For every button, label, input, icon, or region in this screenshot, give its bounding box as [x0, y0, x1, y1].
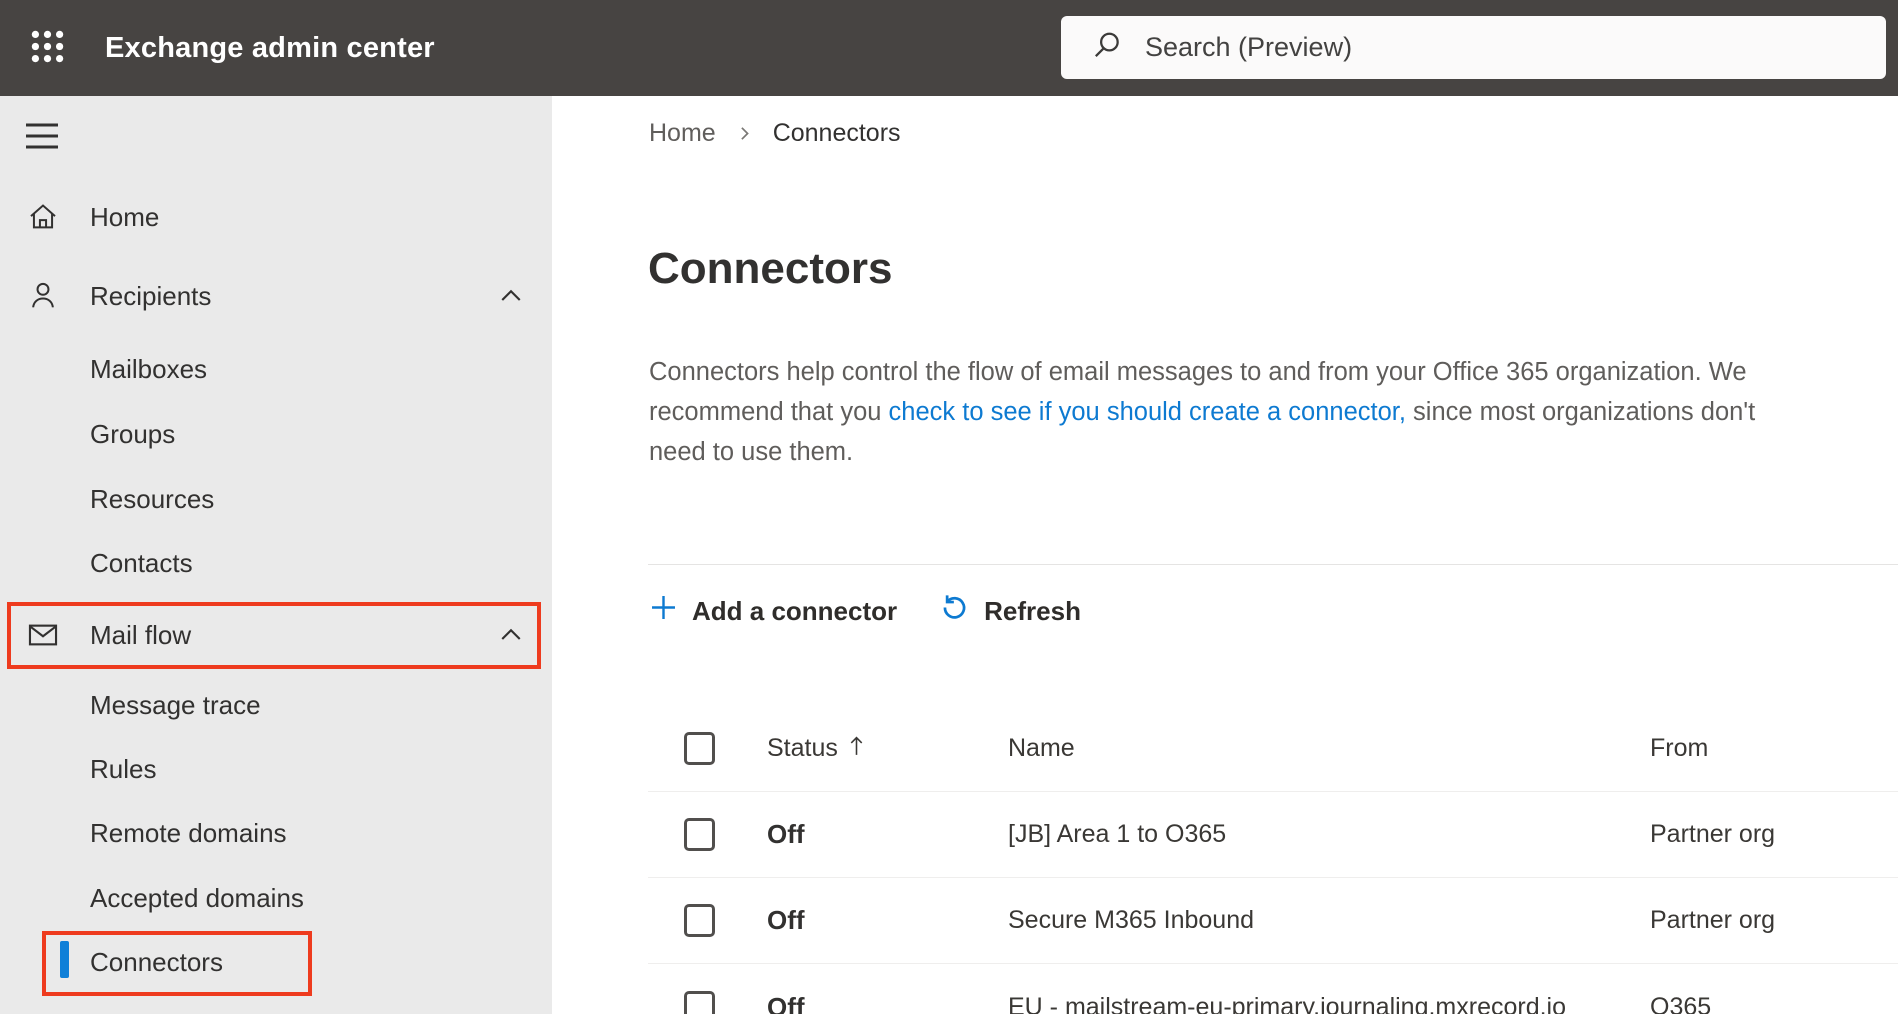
create-connector-link[interactable]: check to see if you should create a conn…	[889, 398, 1406, 426]
description-line3: need to use them.	[649, 438, 854, 466]
row-checkbox[interactable]	[684, 990, 715, 1014]
hamburger-menu-button[interactable]	[22, 120, 62, 154]
description-line2-pre: recommend that you	[649, 398, 889, 426]
sidebar: Home Recipients Mailboxes Groups Resourc…	[0, 96, 552, 1014]
chevron-up-icon[interactable]	[496, 281, 526, 311]
sidebar-item-resources[interactable]: Resources	[0, 467, 552, 531]
person-icon	[26, 279, 60, 313]
add-connector-button[interactable]: Add a connector	[649, 593, 897, 629]
sidebar-item-remote-domains[interactable]: Remote domains	[0, 801, 552, 865]
row-checkbox[interactable]	[684, 904, 715, 937]
sidebar-item-recipients[interactable]: Recipients	[0, 264, 552, 328]
refresh-button[interactable]: Refresh	[939, 592, 1081, 630]
status-cell: Off	[767, 991, 805, 1014]
from-cell: Partner org	[1650, 820, 1776, 848]
chevron-right-icon	[734, 123, 755, 144]
sidebar-item-groups[interactable]: Groups	[0, 402, 552, 466]
topbar: Exchange admin center	[0, 0, 1898, 96]
home-icon	[26, 200, 60, 234]
breadcrumb-home[interactable]: Home	[649, 119, 716, 148]
sidebar-item-contacts[interactable]: Contacts	[0, 531, 552, 595]
table-header-row: Status Name From	[648, 706, 1898, 792]
page-title: Connectors	[648, 244, 893, 293]
status-cell: Off	[767, 819, 805, 849]
refresh-icon	[939, 592, 970, 630]
annotation-box-mail-flow	[7, 602, 541, 669]
plus-icon	[649, 593, 678, 629]
sidebar-item-home[interactable]: Home	[0, 185, 552, 249]
column-header-name[interactable]: Name	[1008, 734, 1650, 763]
table-row[interactable]: Off EU - mailstream-eu-primary.journalin…	[648, 964, 1898, 1014]
toolbar-divider	[648, 564, 1898, 565]
sidebar-item-accepted-domains[interactable]: Accepted domains	[0, 866, 552, 930]
search-icon	[1091, 29, 1123, 66]
table-row[interactable]: Off Secure M365 Inbound Partner org	[648, 878, 1898, 964]
toolbar: Add a connector Refresh	[649, 580, 1081, 642]
description-line2-post: since most organizations don't	[1405, 398, 1756, 426]
status-cell: Off	[767, 905, 805, 935]
app-title: Exchange admin center	[105, 31, 435, 64]
connectors-table: Status Name From Off [JB] Area 1 to O365…	[648, 706, 1898, 1014]
waffle-icon	[31, 30, 64, 66]
select-all-checkbox[interactable]	[684, 732, 715, 765]
sort-ascending-icon	[848, 734, 865, 764]
from-cell: Partner org	[1650, 906, 1776, 934]
table-row[interactable]: Off [JB] Area 1 to O365 Partner org	[648, 792, 1898, 878]
row-checkbox[interactable]	[684, 818, 715, 851]
breadcrumb: Home Connectors	[649, 112, 901, 154]
column-header-from[interactable]: From	[1650, 734, 1898, 763]
from-cell: O365	[1650, 992, 1712, 1014]
search-input[interactable]	[1145, 16, 1886, 79]
sidebar-item-message-trace[interactable]: Message trace	[0, 673, 552, 737]
name-cell[interactable]: [JB] Area 1 to O365	[1008, 820, 1650, 849]
breadcrumb-current: Connectors	[772, 118, 901, 147]
hamburger-icon	[25, 123, 59, 153]
name-cell[interactable]: Secure M365 Inbound	[1008, 906, 1650, 935]
app-launcher-button[interactable]	[14, 0, 80, 96]
annotation-box-connectors	[42, 931, 312, 996]
description-line1: Connectors help control the flow of emai…	[649, 358, 1747, 386]
sidebar-item-mailboxes[interactable]: Mailboxes	[0, 337, 552, 401]
exchange-admin-center-window: Exchange admin center Search (Preview) H…	[0, 0, 1898, 1014]
sidebar-item-rules[interactable]: Rules	[0, 737, 552, 801]
column-header-status[interactable]: Status	[767, 734, 1008, 764]
page-description: Connectors help control the flow of emai…	[649, 352, 1898, 472]
name-cell[interactable]: EU - mailstream-eu-primary.journaling.mx…	[1008, 993, 1650, 1014]
main-content: Home Connectors Connectors Connectors he…	[552, 96, 1898, 1014]
global-search[interactable]	[1061, 16, 1886, 79]
